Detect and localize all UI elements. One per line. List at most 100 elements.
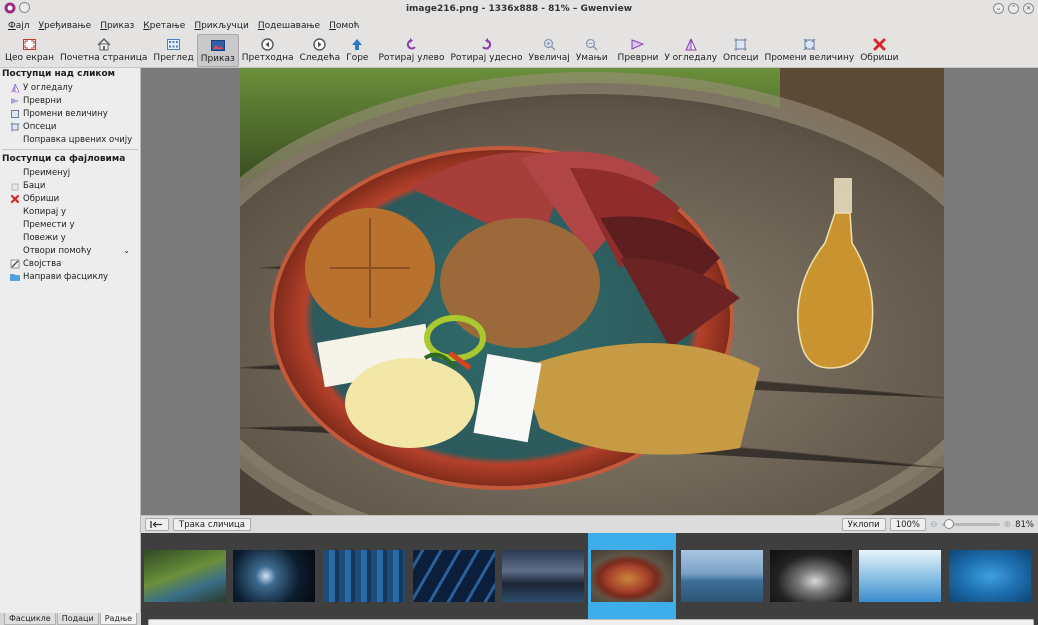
fit-button[interactable]: Уклопи: [841, 518, 886, 531]
next-label: Следећа: [299, 53, 341, 63]
action-resize[interactable]: Промени величину: [0, 107, 140, 120]
action-label: Преврни: [23, 95, 62, 106]
image-viewer[interactable]: [141, 68, 1038, 515]
app-icons: [4, 2, 30, 14]
action-trash[interactable]: Баци: [0, 179, 140, 192]
action-properties[interactable]: Својства: [0, 257, 140, 270]
thumbnail-strip[interactable]: [141, 533, 1038, 625]
menu-view[interactable]: Приказ: [100, 21, 134, 31]
action-rename[interactable]: Преименуј: [0, 166, 140, 179]
view-button[interactable]: Приказ: [196, 34, 239, 67]
close-icon[interactable]: ×: [1023, 3, 1034, 14]
action-label: Премести у: [23, 219, 75, 230]
action-link-to[interactable]: Повежи у: [0, 231, 140, 244]
action-new-folder[interactable]: Направи фасциклу: [0, 270, 140, 283]
thumbnail-image: [681, 550, 763, 602]
menu-settings[interactable]: Подешавање: [258, 21, 320, 31]
title-bar: image216.png - 1336x888 - 81% – Gwenview…: [0, 0, 1038, 18]
action-label: Повежи у: [23, 232, 66, 243]
menu-edit[interactable]: Уређивање: [39, 21, 92, 31]
zoom-out-button[interactable]: Умањи: [573, 34, 611, 67]
action-copy-to[interactable]: Копирај у: [0, 205, 140, 218]
previous-button[interactable]: Претходна: [239, 34, 297, 67]
tab-information[interactable]: Подаци: [56, 613, 99, 625]
delete-x-icon: [873, 38, 886, 51]
maximize-icon[interactable]: ⌃: [1008, 3, 1019, 14]
thumbnail-item[interactable]: [946, 533, 1034, 619]
thumbnail-image: [502, 550, 584, 602]
menu-bar: Фајл Уређивање Приказ Кретање Прикључци …: [0, 18, 1038, 34]
menu-go[interactable]: Кретање: [143, 21, 185, 31]
main-photo[interactable]: [240, 68, 944, 515]
action-label: Отвори помоћу: [23, 245, 92, 256]
trash-icon: [11, 183, 19, 190]
gwenview-logo-icon[interactable]: [4, 2, 16, 14]
zoom-in-button[interactable]: Увеличај: [526, 34, 573, 67]
fullscreen-button[interactable]: Цео екран: [2, 34, 57, 67]
chevron-down-icon: ⌄: [123, 246, 130, 255]
tab-operations[interactable]: Радње: [99, 613, 138, 625]
previous-label: Претходна: [241, 53, 294, 63]
previous-icon: [261, 38, 274, 51]
menu-plugins[interactable]: Прикључци: [194, 21, 249, 31]
action-flip[interactable]: Преврни: [0, 94, 140, 107]
mirror-button[interactable]: У огледалу: [661, 34, 720, 67]
thumbnail-item[interactable]: [141, 533, 229, 619]
zoom-100-button[interactable]: 100%: [889, 518, 926, 531]
flip-label: Преврни: [617, 53, 659, 63]
thumbnail-item[interactable]: [320, 533, 408, 619]
image-ops-title: Поступци над сликом: [2, 69, 116, 79]
browse-label: Преглед: [153, 53, 194, 63]
menu-circle-icon[interactable]: [19, 2, 30, 13]
menu-help[interactable]: Помоћ: [329, 21, 359, 31]
rotate-right-button[interactable]: Ротирај удесно: [448, 34, 526, 67]
thumbnail-item-selected[interactable]: [588, 533, 676, 619]
flip-button[interactable]: Преврни: [615, 34, 662, 67]
action-move-to[interactable]: Премести у: [0, 218, 140, 231]
rotate-left-icon: [406, 38, 416, 50]
file-ops-title: Поступци са фајловима: [2, 154, 126, 164]
thumbnail-toggle-button[interactable]: [145, 518, 169, 531]
rotate-right-icon: [482, 38, 492, 50]
up-arrow-icon: [352, 39, 363, 50]
browse-grid-icon: [167, 39, 181, 50]
flip-icon: [631, 39, 645, 50]
browse-button[interactable]: Преглед: [150, 34, 196, 67]
thumbnail-item[interactable]: [767, 533, 855, 619]
action-label: Преименуј: [23, 167, 71, 178]
thumbnail-bar-button[interactable]: Трака сличица: [173, 518, 252, 531]
up-label: Горе: [346, 53, 369, 63]
thumbnail-item[interactable]: [678, 533, 766, 619]
home-icon: [97, 38, 111, 51]
folder-icon: [10, 273, 20, 281]
thumbnail-item[interactable]: [230, 533, 318, 619]
next-button[interactable]: Следећа: [296, 34, 343, 67]
resize-icon: [803, 38, 816, 51]
action-mirror[interactable]: У огледалу: [0, 81, 140, 94]
action-red-eye[interactable]: Поправка црвених очију: [0, 133, 140, 146]
fullscreen-icon: [22, 39, 36, 50]
delete-button[interactable]: Обриши: [857, 34, 901, 67]
zoom-slider[interactable]: [941, 519, 1000, 529]
thumbnail-item[interactable]: [410, 533, 498, 619]
minimize-icon[interactable]: ⌄: [993, 3, 1004, 14]
resize-button[interactable]: Промени величину: [761, 34, 857, 67]
thumbnail-item[interactable]: [856, 533, 944, 619]
action-open-with[interactable]: Отвори помоћу ⌄: [0, 244, 140, 257]
menu-file[interactable]: Фајл: [8, 21, 30, 31]
action-delete[interactable]: Обриши: [0, 192, 140, 205]
crop-button[interactable]: Опсеци: [720, 34, 761, 67]
zoom-in-label: Увеличај: [528, 53, 570, 63]
up-button[interactable]: Горе: [343, 34, 371, 67]
crop-small-icon: [10, 121, 20, 132]
rotate-left-button[interactable]: Ротирај улево: [375, 34, 447, 67]
food-platter-image: [240, 68, 944, 515]
tab-folders[interactable]: Фасцикле: [4, 613, 56, 625]
zoom-in-small-icon[interactable]: ⊕: [1004, 520, 1012, 530]
home-button[interactable]: Почетна страница: [57, 34, 150, 67]
zoom-slider-handle[interactable]: [943, 519, 954, 529]
action-crop[interactable]: Опсеци: [0, 120, 140, 133]
delete-small-icon: [10, 194, 20, 203]
zoom-out-small-icon[interactable]: ⊖: [930, 520, 938, 530]
thumbnail-item[interactable]: [499, 533, 587, 619]
